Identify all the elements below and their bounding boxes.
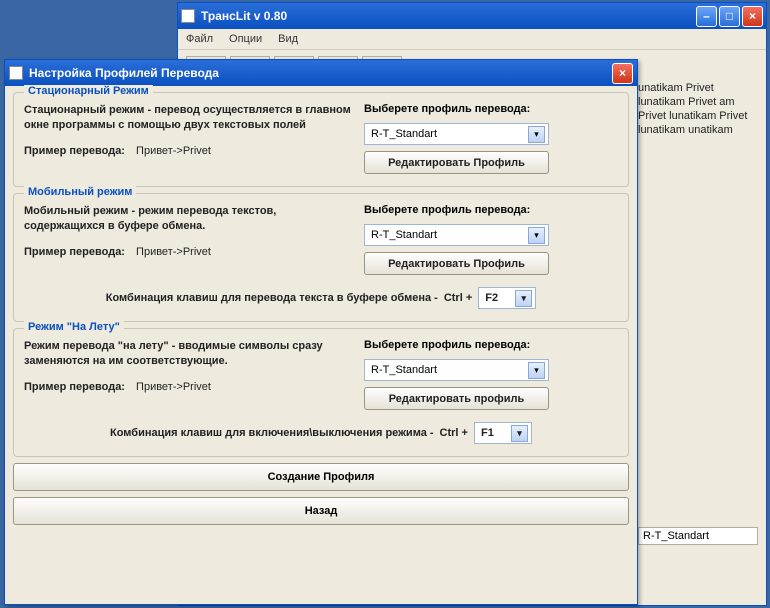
- mobile-hotkey-prefix: Ctrl +: [444, 292, 472, 304]
- mobile-profile-select[interactable]: R-T_Standart ▾: [364, 224, 549, 246]
- onfly-desc: Режим перевода "на лету" - вводимые симв…: [24, 339, 354, 369]
- dialog-titlebar: Настройка Профилей Перевода ×: [5, 60, 637, 86]
- stationary-select-value: R-T_Standart: [371, 128, 437, 140]
- mobile-desc: Мобильный режим - режим перевода текстов…: [24, 204, 354, 234]
- mobile-title: Мобильный режим: [24, 186, 136, 198]
- onfly-profile-select[interactable]: R-T_Standart ▾: [364, 359, 549, 381]
- stationary-edit-button[interactable]: Редактировать Профиль: [364, 151, 549, 174]
- chevron-down-icon: ▾: [528, 126, 545, 143]
- mobile-example: Пример перевода: Привет->Privet: [24, 246, 354, 258]
- stationary-desc: Стационарный режим - перевод осуществляе…: [24, 103, 354, 133]
- stationary-profile-select[interactable]: R-T_Standart ▾: [364, 123, 549, 145]
- onfly-hotkey-prefix: Ctrl +: [440, 427, 468, 439]
- stationary-select-label: Выберете профиль перевода:: [364, 103, 618, 115]
- dialog-icon: [9, 66, 23, 80]
- chevron-down-icon: ▾: [528, 227, 545, 244]
- onfly-example-value: Привет->Privet: [136, 381, 211, 393]
- settings-dialog: Настройка Профилей Перевода × Стационарн…: [4, 59, 638, 605]
- onfly-title: Режим "На Лету": [24, 321, 124, 333]
- menu-options[interactable]: Опции: [229, 33, 262, 45]
- menu-view[interactable]: Вид: [278, 33, 298, 45]
- maximize-button[interactable]: □: [719, 6, 740, 27]
- side-text: unatikam Privet lunatikam Privet am Priv…: [638, 81, 758, 137]
- main-menubar: Файл Опции Вид: [178, 29, 766, 50]
- main-titlebar: ТрансLit v 0.80 – □ ×: [178, 3, 766, 29]
- chevron-down-icon: ▾: [511, 425, 528, 442]
- minimize-button[interactable]: –: [696, 6, 717, 27]
- onfly-edit-button[interactable]: Редактировать профиль: [364, 387, 549, 410]
- group-mobile: Мобильный режим Мобильный режим - режим …: [13, 193, 629, 322]
- mobile-select-value: R-T_Standart: [371, 229, 437, 241]
- dialog-close-button[interactable]: ×: [612, 63, 633, 84]
- onfly-select-label: Выберете профиль перевода:: [364, 339, 618, 351]
- mobile-hotkey-select[interactable]: F2 ▾: [478, 287, 536, 309]
- back-button[interactable]: Назад: [13, 497, 629, 525]
- onfly-hotkey-value: F1: [481, 427, 494, 439]
- create-profile-button[interactable]: Создание Профиля: [13, 463, 629, 491]
- close-button[interactable]: ×: [742, 6, 763, 27]
- onfly-hotkey-label: Комбинация клавиш для включения\выключен…: [110, 427, 434, 439]
- mobile-hotkey-value: F2: [485, 292, 498, 304]
- mobile-hotkey-label: Комбинация клавиш для перевода текста в …: [106, 292, 438, 304]
- dialog-title: Настройка Профилей Перевода: [29, 66, 612, 80]
- stationary-example-label: Пример перевода:: [24, 145, 125, 157]
- stationary-title: Стационарный Режим: [24, 85, 153, 97]
- onfly-hotkey-select[interactable]: F1 ▾: [474, 422, 532, 444]
- stationary-example: Пример перевода: Привет->Privet: [24, 145, 354, 157]
- group-stationary: Стационарный Режим Стационарный режим - …: [13, 92, 629, 187]
- app-icon: [181, 9, 195, 23]
- chevron-down-icon: ▾: [528, 362, 545, 379]
- stationary-example-value: Привет->Privet: [136, 145, 211, 157]
- onfly-example-label: Пример перевода:: [24, 381, 125, 393]
- menu-file[interactable]: Файл: [186, 33, 213, 45]
- group-onfly: Режим "На Лету" Режим перевода "на лету"…: [13, 328, 629, 457]
- onfly-select-value: R-T_Standart: [371, 364, 437, 376]
- mobile-select-label: Выберете профиль перевода:: [364, 204, 618, 216]
- mobile-example-value: Привет->Privet: [136, 246, 211, 258]
- mobile-edit-button[interactable]: Редактировать Профиль: [364, 252, 549, 275]
- status-bar: R-T_Standart: [638, 527, 758, 545]
- mobile-example-label: Пример перевода:: [24, 246, 125, 258]
- chevron-down-icon: ▾: [515, 290, 532, 307]
- onfly-example: Пример перевода: Привет->Privet: [24, 381, 354, 393]
- main-title: ТрансLit v 0.80: [201, 9, 696, 23]
